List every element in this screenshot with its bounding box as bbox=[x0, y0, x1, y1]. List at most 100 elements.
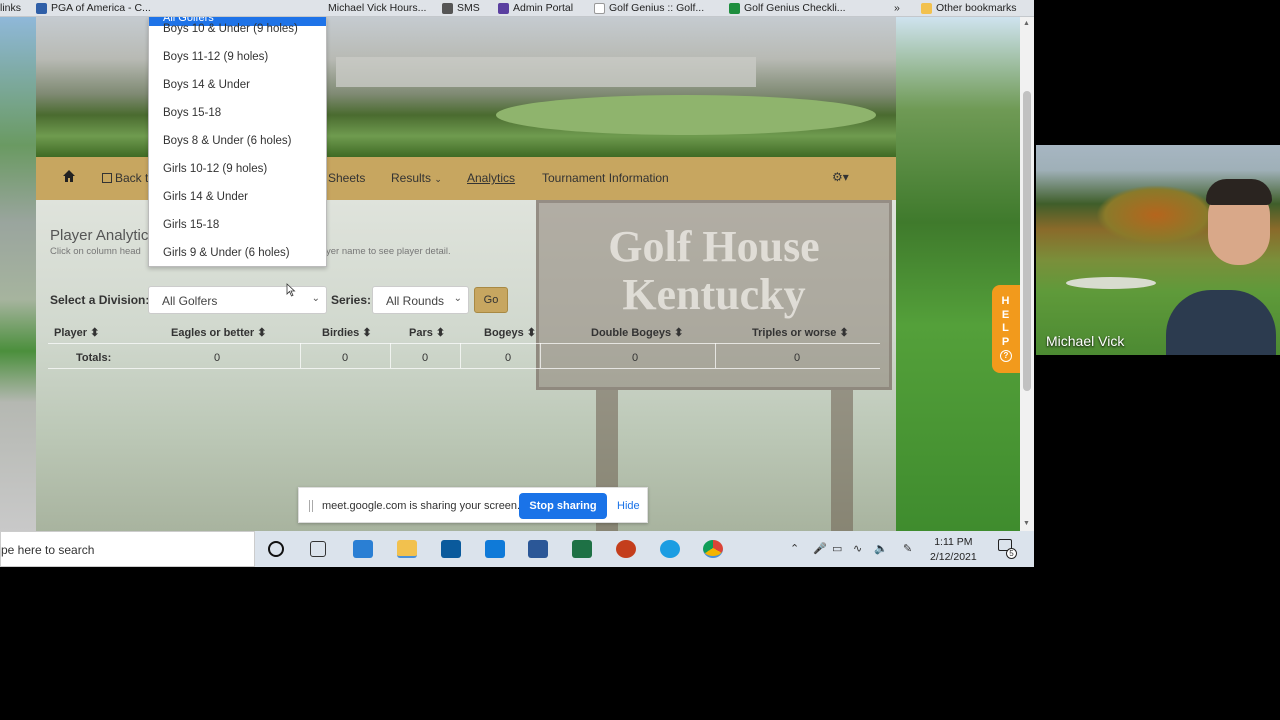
admin-portal-icon bbox=[498, 2, 509, 14]
bookmark-item[interactable]: links bbox=[0, 2, 21, 14]
wifi-icon[interactable]: ∿ bbox=[853, 542, 862, 555]
sort-icon: ⬍ bbox=[526, 327, 537, 339]
battery-icon[interactable]: ▭ bbox=[832, 542, 842, 555]
bookmark-item[interactable]: SMS bbox=[442, 2, 480, 14]
sort-icon: ⬍ bbox=[362, 327, 372, 339]
chevron-up-icon[interactable]: ⌃ bbox=[790, 542, 799, 555]
bookmark-item[interactable]: PGA of America - C... bbox=[36, 2, 151, 14]
file-explorer-icon[interactable] bbox=[397, 540, 417, 558]
sort-icon: ⬍ bbox=[435, 327, 446, 339]
column-header-bogeys[interactable]: Bogeys ⬍ bbox=[484, 326, 536, 339]
total-double-bogeys: 0 bbox=[632, 352, 639, 364]
dropdown-option[interactable]: Boys 10 & Under (9 holes) bbox=[163, 23, 298, 35]
sheets-icon bbox=[729, 2, 740, 14]
folder-icon bbox=[921, 2, 932, 14]
chrome-icon[interactable] bbox=[703, 540, 723, 558]
screen: links PGA of America - C... Michael Vick… bbox=[0, 0, 1280, 720]
edge-icon[interactable] bbox=[660, 540, 680, 558]
column-header-birdies[interactable]: Birdies ⬍ bbox=[322, 326, 372, 339]
mouse-cursor-icon bbox=[286, 283, 296, 297]
nav-tournament-info-link[interactable]: Tournament Information bbox=[542, 171, 669, 185]
question-icon: ? bbox=[1000, 350, 1012, 362]
cortana-icon[interactable] bbox=[268, 541, 284, 557]
sort-icon: ⬍ bbox=[839, 327, 849, 339]
total-eagles: 0 bbox=[214, 352, 221, 364]
division-select[interactable]: All Golfers ⌄ bbox=[148, 286, 327, 314]
word-icon[interactable] bbox=[528, 540, 548, 558]
hide-button[interactable]: Hide bbox=[617, 500, 640, 512]
page-scrollbar[interactable]: ▲ ▼ bbox=[1020, 17, 1034, 531]
total-bogeys: 0 bbox=[505, 352, 512, 364]
dropdown-option[interactable]: Boys 14 & Under bbox=[163, 79, 250, 91]
column-header-eagles[interactable]: Eagles or better ⬍ bbox=[171, 326, 266, 339]
stop-sharing-button[interactable]: Stop sharing bbox=[519, 493, 607, 519]
pga-icon bbox=[36, 2, 47, 14]
scroll-down-icon[interactable]: ▼ bbox=[1023, 520, 1030, 527]
column-header-triples[interactable]: Triples or worse ⬍ bbox=[752, 326, 849, 339]
bookmark-item[interactable]: Golf Genius Checkli... bbox=[729, 2, 846, 14]
excel-icon[interactable] bbox=[572, 540, 592, 558]
mail-icon[interactable] bbox=[353, 540, 373, 558]
total-pars: 0 bbox=[422, 352, 429, 364]
dropdown-option[interactable]: Girls 10-12 (9 holes) bbox=[163, 163, 267, 175]
totals-label: Totals: bbox=[76, 352, 112, 364]
background-image-right bbox=[896, 17, 1020, 531]
page-hint: Click on column head bbox=[50, 246, 141, 257]
scroll-up-icon[interactable]: ▲ bbox=[1023, 20, 1030, 27]
volume-icon[interactable]: 🔈 bbox=[874, 542, 888, 555]
page-hint-continued: yer name to see player detail. bbox=[326, 246, 451, 257]
sms-icon bbox=[442, 2, 453, 14]
app-icon[interactable] bbox=[485, 540, 505, 558]
dell-icon[interactable] bbox=[441, 540, 461, 558]
scroll-thumb[interactable] bbox=[1023, 91, 1031, 391]
bookmark-item[interactable]: Michael Vick Hours... bbox=[328, 2, 426, 14]
chevron-down-icon: ⌄ bbox=[434, 174, 442, 184]
background-image-left bbox=[0, 17, 36, 531]
taskbar-search-input[interactable]: pe here to search bbox=[0, 531, 255, 567]
bookmark-item[interactable]: Admin Portal bbox=[498, 2, 573, 14]
home-icon[interactable] bbox=[62, 169, 76, 186]
share-message: meet.google.com is sharing your screen. bbox=[322, 500, 521, 512]
taskbar-clock[interactable]: 1:11 PM 2/12/2021 bbox=[930, 535, 977, 565]
powerpoint-icon[interactable] bbox=[616, 540, 636, 558]
windows-taskbar: pe here to search ⌃ 🎤 ▭ ∿ 🔈 ✎ 1:11 PM 2/… bbox=[0, 531, 1034, 567]
chevron-down-icon: ⌄ bbox=[311, 293, 320, 304]
nav-results-link[interactable]: Results ⌄ bbox=[391, 171, 442, 185]
dropdown-option[interactable]: Girls 9 & Under (6 holes) bbox=[163, 247, 290, 259]
total-triples: 0 bbox=[794, 352, 801, 364]
webcam-video: Michael Vick bbox=[1036, 145, 1280, 355]
sort-icon: ⬍ bbox=[674, 327, 684, 339]
column-header-player[interactable]: Player ⬍ bbox=[54, 326, 99, 339]
task-view-icon[interactable] bbox=[310, 541, 326, 557]
help-tab[interactable]: H E L P ? bbox=[992, 285, 1020, 373]
drag-handle-icon[interactable] bbox=[309, 500, 313, 512]
total-birdies: 0 bbox=[342, 352, 349, 364]
bookmark-item[interactable]: Golf Genius :: Golf... bbox=[594, 2, 704, 14]
notifications-icon[interactable]: 5 bbox=[998, 539, 1017, 559]
bookmark-item[interactable]: Other bookmarks bbox=[921, 2, 1017, 14]
dropdown-option[interactable]: Boys 8 & Under (6 holes) bbox=[163, 135, 291, 147]
sort-icon: ⬍ bbox=[90, 327, 100, 339]
column-header-double-bogeys[interactable]: Double Bogeys ⬍ bbox=[591, 326, 683, 339]
bookmarks-bar: links PGA of America - C... Michael Vick… bbox=[0, 0, 1034, 17]
division-dropdown-list: All Golfers Boys 10 & Under (9 holes) Bo… bbox=[148, 17, 327, 267]
bookmarks-overflow-button[interactable]: » bbox=[894, 2, 900, 14]
page-title: Player Analytic bbox=[50, 227, 149, 244]
division-label: Select a Division: bbox=[50, 293, 150, 307]
nav-analytics-link[interactable]: Analytics bbox=[467, 171, 515, 185]
column-header-pars[interactable]: Pars ⬍ bbox=[409, 326, 445, 339]
dropdown-option[interactable]: Boys 15-18 bbox=[163, 107, 221, 119]
series-select[interactable]: All Rounds ⌄ bbox=[372, 286, 469, 314]
go-button[interactable]: Go bbox=[474, 287, 508, 313]
pen-icon[interactable]: ✎ bbox=[903, 542, 912, 555]
chevron-down-icon: ⌄ bbox=[453, 293, 462, 304]
dropdown-option[interactable]: Girls 14 & Under bbox=[163, 191, 248, 203]
golf-house-sign-image: Golf House Kentucky bbox=[536, 200, 892, 390]
nav-back-link[interactable]: Back t bbox=[102, 171, 148, 185]
back-icon bbox=[102, 173, 112, 183]
microphone-icon[interactable]: 🎤 bbox=[813, 542, 827, 555]
nav-sheets-link[interactable]: Sheets bbox=[328, 171, 365, 185]
dropdown-option[interactable]: Girls 15-18 bbox=[163, 219, 219, 231]
dropdown-option[interactable]: Boys 11-12 (9 holes) bbox=[163, 51, 268, 63]
gear-icon[interactable]: ⚙▾ bbox=[832, 170, 849, 184]
